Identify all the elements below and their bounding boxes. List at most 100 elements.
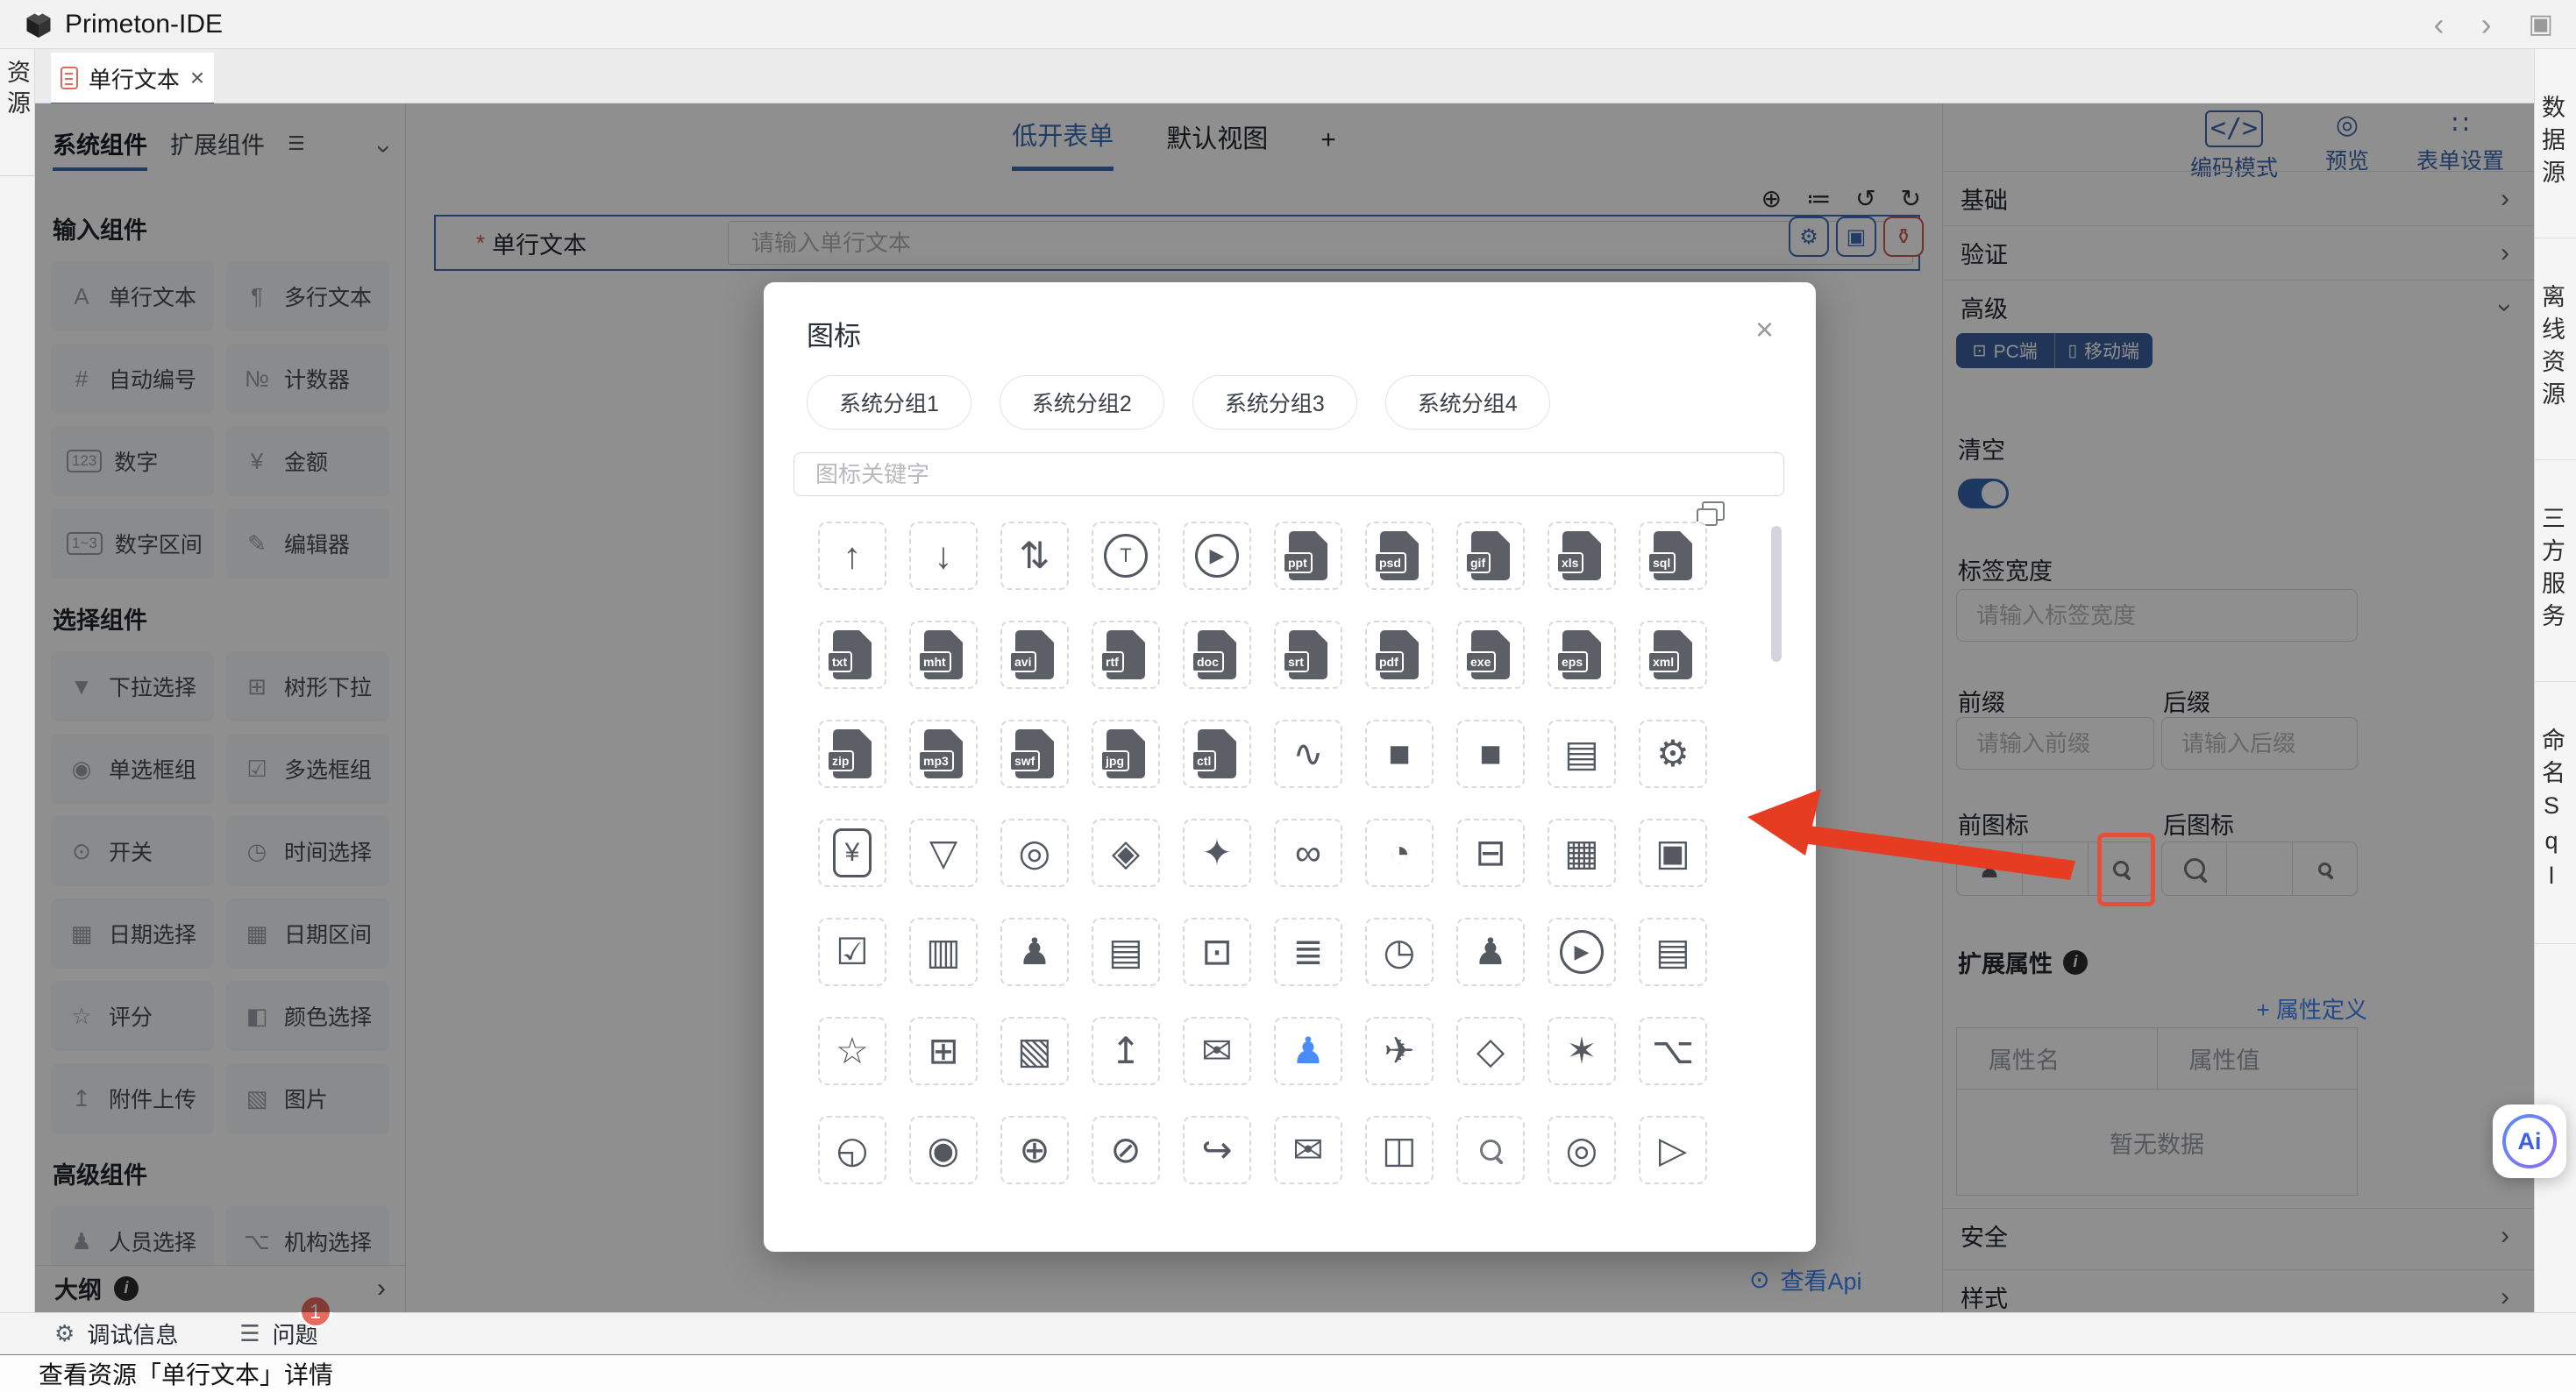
file-rtf-icon[interactable]: rtf (1092, 621, 1160, 689)
file-ctl-icon[interactable]: ctl (1183, 720, 1251, 788)
arrow-down-icon[interactable]: ↓ (909, 522, 978, 590)
icon-group-tab[interactable]: 系统分组2 (1000, 375, 1164, 430)
sliders-icon[interactable]: ≣ (1274, 918, 1342, 986)
nav-back-icon[interactable]: ‹ (2434, 9, 2444, 40)
prohibit-icon[interactable]: ⊘ (1092, 1116, 1160, 1184)
badge-check-icon[interactable]: ✶ (1548, 1017, 1616, 1085)
window-copy-icon[interactable] (1702, 501, 1725, 521)
shield-pin-icon[interactable]: ◇ (1456, 1017, 1525, 1085)
icon-group-tab[interactable]: 系统分组1 (807, 375, 971, 430)
gauge-icon[interactable]: ◔ (1365, 819, 1434, 887)
scrollbar-thumb[interactable] (1771, 526, 1782, 662)
doc-lines-icon[interactable]: ▤ (1639, 918, 1707, 986)
device-gear-icon[interactable]: ⚙ (1639, 720, 1707, 788)
notebook-edit-icon[interactable]: ▤ (1548, 720, 1616, 788)
problems-button[interactable]: ☰ 问题 1 (239, 1317, 317, 1350)
yen-card-icon[interactable]: ¥ (818, 819, 886, 887)
ai-icon: Ai (2506, 1118, 2553, 1165)
image-icon[interactable]: ▧ (1000, 1017, 1069, 1085)
file-swf-icon[interactable]: swf (1000, 720, 1069, 788)
notebook-edit-glyph: ▤ (1564, 735, 1599, 772)
file-mht-icon[interactable]: mht (909, 621, 978, 689)
modal-close-icon[interactable]: × (1755, 314, 1774, 345)
ai-assistant-button[interactable]: Ai (2493, 1104, 2566, 1178)
icon-group-tab[interactable]: 系统分组3 (1192, 375, 1357, 430)
clock-icon[interactable]: ◷ (1365, 918, 1434, 986)
file-shape: txt (833, 630, 872, 679)
file-doc-icon[interactable]: doc (1183, 621, 1251, 689)
comment-dots-icon[interactable]: ✉ (1183, 1017, 1251, 1085)
file-pdf-icon[interactable]: pdf (1365, 621, 1434, 689)
play-circle-icon[interactable]: ▶ (1183, 522, 1251, 590)
triangle-brand-icon[interactable]: ▽ (909, 819, 978, 887)
doc-tab-close-icon[interactable]: × (190, 64, 204, 92)
file-srt-icon[interactable]: srt (1274, 621, 1342, 689)
file-jpg-icon[interactable]: jpg (1092, 720, 1160, 788)
right-strip-tab[interactable]: 离线资源 (2535, 238, 2576, 460)
right-strip-tab[interactable]: 命名Sql (2535, 682, 2576, 944)
icon-grid: ↑ ↓ ⇅ T ▶ pptpsdgifxlssql txtmhtavirtfdocsrtpd… (818, 522, 1707, 1184)
pentagon-gem-icon[interactable]: ✦ (1183, 819, 1251, 887)
copy-forms-icon[interactable]: ▣ (1639, 819, 1707, 887)
file-xml-icon[interactable]: xml (1639, 621, 1707, 689)
debug-info-button[interactable]: ⚙ 调试信息 (54, 1317, 178, 1350)
save-icon[interactable]: ▣ (2529, 9, 2553, 39)
file-exe-icon[interactable]: exe (1456, 621, 1525, 689)
nav-forward-icon[interactable]: › (2481, 9, 2492, 40)
upload-check-icon[interactable]: ↥ (1092, 1017, 1160, 1085)
scan-frame-icon[interactable]: ⊞ (909, 1017, 978, 1085)
message-lines-icon[interactable]: ✉ (1274, 1116, 1342, 1184)
person-check-icon[interactable]: ♟ (1274, 1017, 1342, 1085)
file-mp3-icon[interactable]: mp3 (909, 720, 978, 788)
send-icon[interactable]: ✈ (1365, 1017, 1434, 1085)
play-filled-icon[interactable]: ▶ (1548, 918, 1616, 986)
icon-picker-modal: 图标 × 系统分组1系统分组2系统分组3系统分组4 ↑↓⇅T▶pptpsdgif… (764, 282, 1816, 1252)
clipboard-clock-icon[interactable]: ▤ (1092, 918, 1160, 986)
wave-circle-icon[interactable]: ◎ (1000, 819, 1069, 887)
link-icon[interactable]: ∞ (1274, 819, 1342, 887)
square-dark-icon[interactable]: ■ (1365, 720, 1434, 788)
file-gif-icon[interactable]: gif (1456, 522, 1525, 590)
calendar-schedule-icon[interactable]: ▦ (1548, 819, 1616, 887)
play-search-icon[interactable]: ▷ (1639, 1116, 1707, 1184)
hex-shield-icon[interactable]: ◈ (1092, 819, 1160, 887)
book-open-icon[interactable]: ◫ (1365, 1116, 1434, 1184)
tshirt-icon[interactable]: T (1092, 522, 1160, 590)
file-xls-icon[interactable]: xls (1548, 522, 1616, 590)
icon-search-input[interactable] (793, 452, 1784, 496)
square-dark-alt-icon[interactable]: ■ (1456, 720, 1525, 788)
icon-group-tab[interactable]: 系统分组4 (1385, 375, 1550, 430)
file-eps-icon[interactable]: eps (1548, 621, 1616, 689)
screen-scan-icon[interactable]: ⊡ (1183, 918, 1251, 986)
resources-vertical-tab[interactable]: 资源 (0, 60, 34, 121)
file-sql-icon[interactable]: sql (1639, 522, 1707, 590)
clipboard-icon[interactable]: ▥ (909, 918, 978, 986)
star-icon[interactable]: ☆ (818, 1017, 886, 1085)
podcast-icon[interactable]: ◉ (909, 1116, 978, 1184)
archive-box-icon[interactable]: ⊟ (1456, 819, 1525, 887)
doc-tab-single-line-text[interactable]: 单行文本 × (51, 53, 214, 103)
right-strip-tab[interactable]: 数据源 (2535, 49, 2576, 238)
file-ppt-icon[interactable]: ppt (1274, 522, 1342, 590)
file-txt-icon[interactable]: txt (818, 621, 886, 689)
file-psd-icon[interactable]: psd (1365, 522, 1434, 590)
doc-lines-glyph: ▤ (1655, 934, 1690, 970)
form-doc-icon (60, 67, 78, 89)
left-strip: 资源 (0, 49, 35, 1312)
file-avi-icon[interactable]: avi (1000, 621, 1069, 689)
target-message-icon[interactable]: ◎ (1548, 1116, 1616, 1184)
titlebar: Primeton-IDE ‹ › ▣ (0, 0, 2576, 49)
sitemap-icon[interactable]: ⌥ (1639, 1017, 1707, 1085)
people-network-icon[interactable]: ♟ (1456, 918, 1525, 986)
sort-az-icon[interactable]: ⇅ (1000, 522, 1069, 590)
checklist-icon[interactable]: ☑ (818, 918, 886, 986)
clock-alt-icon[interactable]: ◵ (818, 1116, 886, 1184)
bookmark-add-icon[interactable]: ⊕ (1000, 1116, 1069, 1184)
search-icon[interactable] (1456, 1116, 1525, 1184)
right-strip-tab[interactable]: 三方服务 (2535, 460, 2576, 682)
logout-icon[interactable]: ↪ (1183, 1116, 1251, 1184)
arrow-up-icon[interactable]: ↑ (818, 522, 886, 590)
file-zip-icon[interactable]: zip (818, 720, 886, 788)
person-timer-icon[interactable]: ♟ (1000, 918, 1069, 986)
broken-link-icon[interactable]: ∿ (1274, 720, 1342, 788)
